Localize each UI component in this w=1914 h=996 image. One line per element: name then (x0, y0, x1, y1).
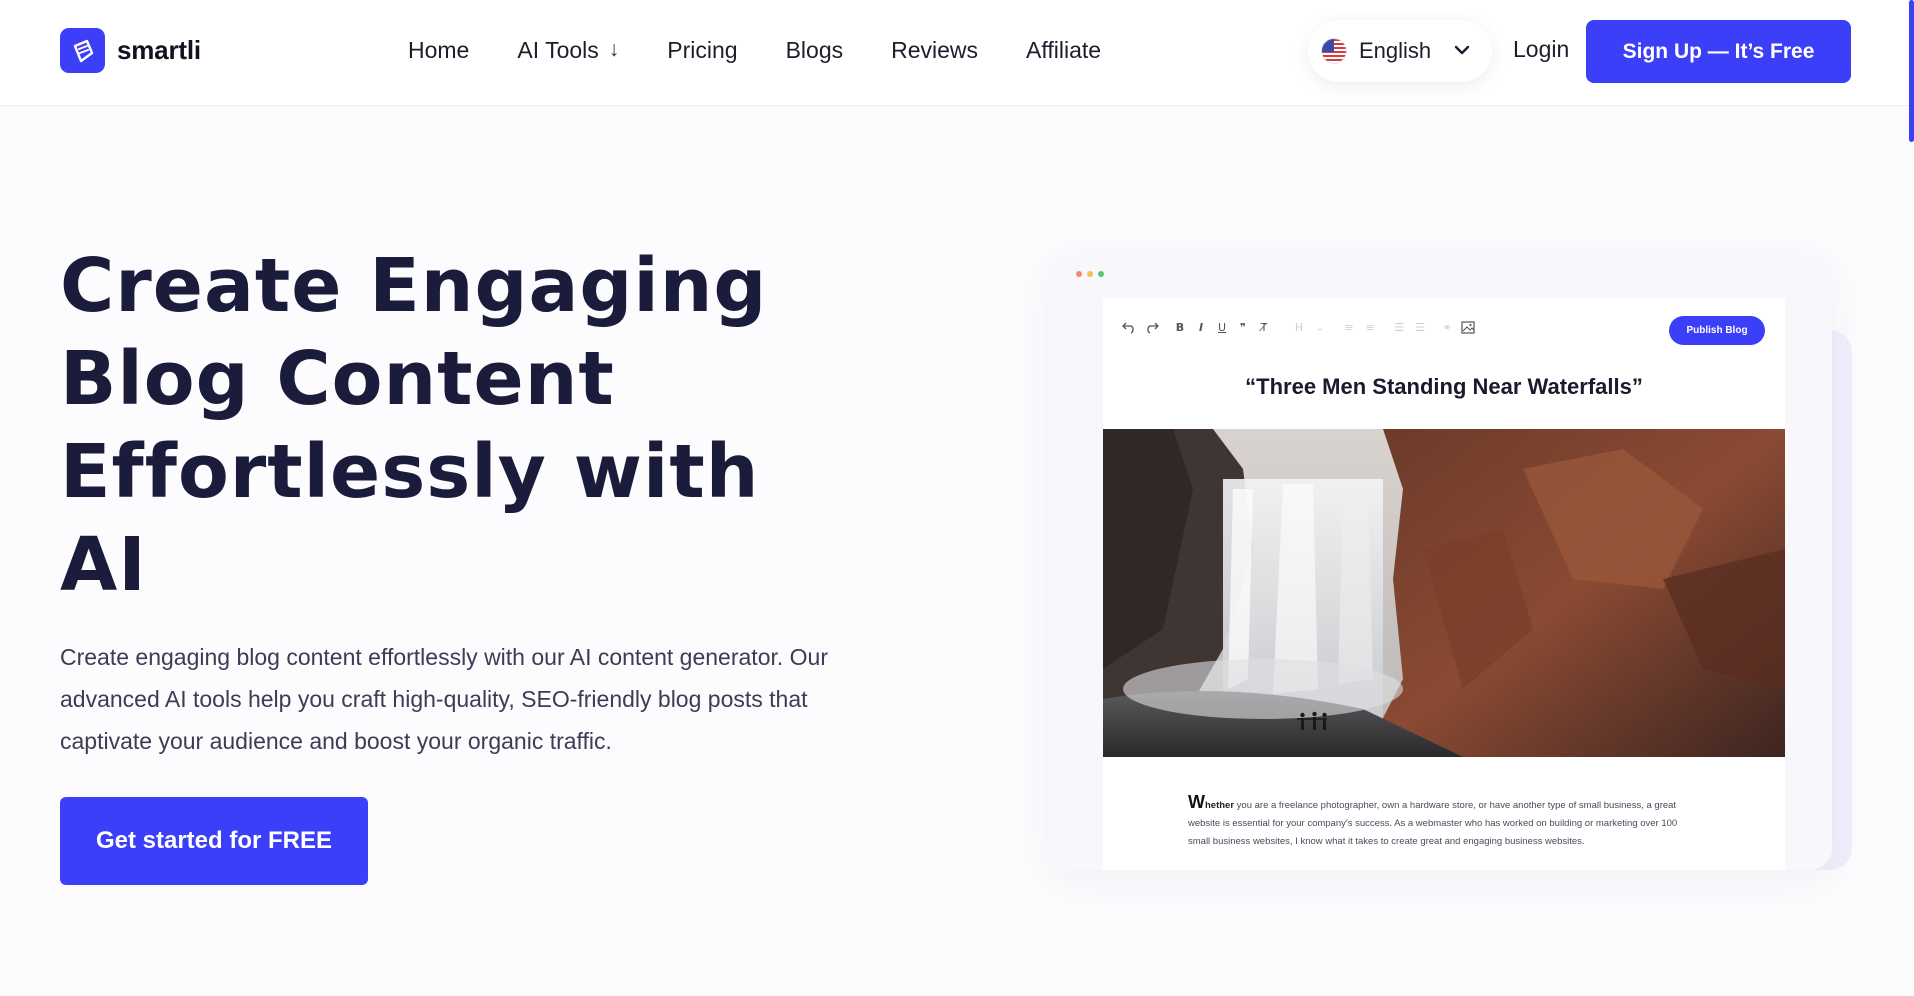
logo-text: smartli (117, 35, 201, 65)
document-title: “Three Men Standing Near Waterfalls” (1245, 374, 1643, 399)
undo-icon[interactable] (1121, 320, 1137, 334)
redo-icon[interactable] (1144, 320, 1160, 334)
scrollbar-thumb[interactable] (1909, 0, 1914, 142)
nav-affiliate[interactable]: Affiliate (1026, 37, 1101, 64)
editor-toolbar: B I U ❞ T̸ H ⌄ ≡ ≡ ☰ ☰ ⚭ (1121, 320, 1475, 334)
align-left-icon[interactable]: ≡ (1342, 321, 1356, 334)
hero-title-line: Effortlessly with (60, 429, 760, 515)
nav-label: Pricing (667, 36, 738, 63)
hero-description-line: captivate your audience and boost your o… (60, 728, 612, 754)
logo[interactable]: smartli (60, 28, 201, 73)
document-body: Whether you are a freelance photographer… (1188, 793, 1708, 851)
window-dot-icon (1076, 271, 1082, 277)
numbered-list-icon[interactable]: ☰ (1413, 321, 1427, 334)
link-icon[interactable]: ⚭ (1440, 321, 1454, 334)
language-label: English (1359, 38, 1432, 63)
nav-label: Home (408, 36, 470, 63)
site-header: smartli Home AI Tools ↓ Pricing Blogs Rev… (0, 0, 1914, 106)
hero-description-line: Create engaging blog content effortlessl… (60, 644, 828, 670)
chevron-down-icon[interactable]: ⌄ (1313, 321, 1327, 334)
main-nav: Home AI Tools ↓ Pricing Blogs Reviews Aff… (408, 0, 1101, 100)
image-icon[interactable] (1461, 320, 1475, 334)
body-line: you are a freelance photographer, own a … (1234, 800, 1677, 811)
hero-description: Create engaging blog content effortlessl… (60, 636, 890, 762)
publish-blog-button[interactable]: Publish Blog (1669, 316, 1765, 345)
get-started-button[interactable]: Get started for FREE (60, 797, 368, 885)
us-flag-icon (1321, 38, 1347, 64)
clear-format-icon[interactable]: T̸ (1257, 321, 1271, 334)
bold-icon[interactable]: B (1173, 321, 1187, 334)
body-line: website is essential for your company's … (1188, 818, 1678, 829)
hero-title: Create Engaging Blog Content Effortlessl… (60, 240, 780, 612)
nav-label: Blogs (785, 36, 844, 63)
window-dot-icon (1098, 271, 1104, 277)
body-first-word: hether (1205, 800, 1235, 811)
nav-label: Affiliate (1026, 36, 1102, 63)
nav-reviews[interactable]: Reviews (891, 37, 978, 64)
signup-button[interactable]: Sign Up — It’s Free (1586, 20, 1851, 83)
nav-label: AI Tools (517, 36, 599, 63)
body-line: small business websites, I know what it … (1188, 836, 1585, 847)
window-dots (1076, 271, 1104, 277)
nav-blogs[interactable]: Blogs (786, 37, 844, 64)
login-link[interactable]: Login (1513, 36, 1569, 63)
quote-icon[interactable]: ❞ (1236, 321, 1250, 334)
heading-icon[interactable]: H (1292, 321, 1306, 334)
nav-label: Reviews (891, 36, 979, 63)
italic-icon[interactable]: I (1194, 321, 1208, 334)
window-dot-icon (1087, 271, 1093, 277)
hero-title-line: AI (60, 522, 147, 608)
underline-icon[interactable]: U (1215, 321, 1229, 334)
hero-title-line: Create Engaging (60, 243, 768, 329)
hero-description-line: advanced AI tools help you craft high-qu… (60, 686, 808, 712)
waterfall-image (1103, 429, 1785, 757)
hero-title-line: Blog Content (60, 336, 615, 422)
align-center-icon[interactable]: ≡ (1363, 321, 1377, 334)
nav-pricing[interactable]: Pricing (667, 37, 737, 64)
logo-mark-icon (60, 28, 105, 73)
language-selector[interactable]: English (1308, 20, 1492, 82)
bullet-list-icon[interactable]: ☰ (1392, 321, 1406, 334)
chevron-down-icon (1454, 45, 1470, 55)
drop-cap: W (1188, 792, 1205, 812)
nav-ai-tools[interactable]: AI Tools ↓ (517, 37, 619, 64)
arrow-down-icon: ↓ (608, 38, 620, 61)
nav-home[interactable]: Home (408, 37, 469, 64)
